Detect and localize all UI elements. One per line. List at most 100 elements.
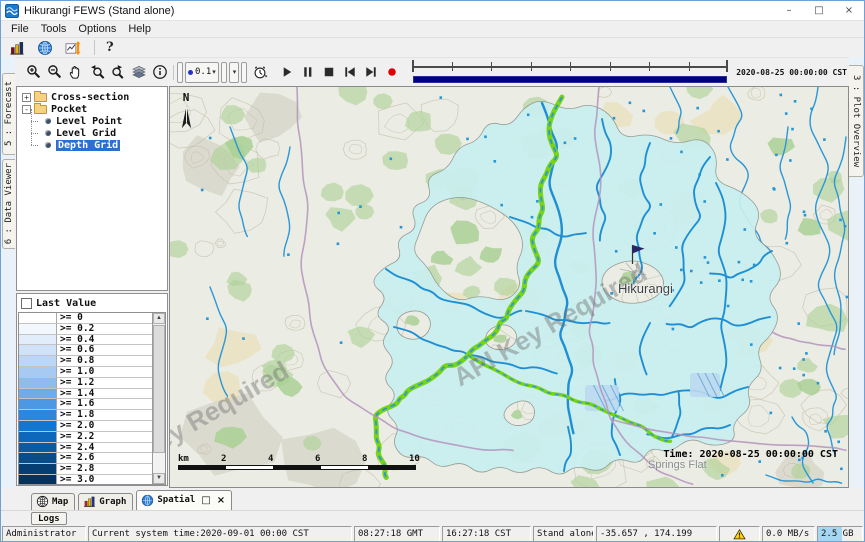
menu-tools[interactable]: Tools (35, 23, 73, 35)
menu-bar: FileToolsOptionsHelp (1, 21, 864, 38)
database-display-button[interactable] (7, 39, 27, 56)
scroll-down-icon[interactable]: ▼ (153, 473, 165, 484)
timeline-slider[interactable] (412, 60, 728, 84)
legend-row: >= 3.0 (19, 475, 152, 485)
tree-item-label: Cross-section (51, 92, 129, 103)
legend-swatch (19, 432, 57, 443)
zoom-out-button[interactable] (44, 62, 65, 83)
tab-close-icon[interactable]: × (217, 495, 225, 506)
pause-button[interactable] (297, 62, 318, 83)
menu-options[interactable]: Options (72, 23, 122, 35)
scale-unit: km (178, 454, 189, 464)
bullet-icon (45, 142, 51, 148)
expander-icon[interactable]: + (22, 93, 31, 102)
grid-display-button[interactable] (177, 62, 183, 83)
stop-button[interactable] (318, 62, 339, 83)
pan-button[interactable] (65, 62, 86, 83)
tab-data-viewer[interactable]: 6 : Data Viewer (2, 159, 15, 249)
legend-class-label: >= 0.2 (57, 324, 152, 335)
tree-item-depth-grid[interactable]: Depth Grid (17, 139, 167, 151)
scale-segment (226, 466, 273, 469)
logs-button[interactable]: Logs (31, 512, 67, 525)
record-button[interactable] (381, 62, 402, 83)
last-value-checkbox[interactable] (21, 298, 32, 309)
legend-swatch (19, 443, 57, 454)
app-window: Hikurangi FEWS (Stand alone) – □ × FileT… (0, 0, 865, 542)
scale-tick-label: 10 (409, 454, 420, 464)
legend-swatch (19, 367, 57, 378)
tree-item-label: Pocket (51, 104, 87, 115)
legend-swatch (19, 335, 57, 346)
legend-swatch (19, 324, 57, 335)
scale-segment (273, 466, 320, 469)
scroll-up-icon[interactable]: ▲ (153, 313, 165, 324)
bullet-icon (45, 118, 51, 124)
tab-forecast[interactable]: 5 : Forecast (2, 73, 15, 155)
status-local-time: 16:27:18 CST (442, 526, 531, 542)
tab-spatial[interactable]: Spatial □ × (136, 490, 232, 510)
scrollbar-thumb[interactable] (153, 325, 165, 453)
left-panel: + Cross-section - PocketLevel PointLevel Gr… (15, 86, 169, 488)
status-memory: 2.5 GB (817, 526, 863, 542)
play-button[interactable] (276, 62, 297, 83)
bullet-icon (45, 130, 51, 136)
step-forward-button[interactable] (360, 62, 381, 83)
scale-segment (179, 466, 226, 469)
toolbar-separator (173, 65, 174, 80)
timer-button[interactable] (249, 62, 270, 83)
menu-help[interactable]: Help (122, 23, 157, 35)
status-gmt-time: 08:27:18 GMT (354, 526, 440, 542)
info-button[interactable] (149, 62, 170, 83)
zoom-previous-button[interactable] (86, 62, 107, 83)
expander-icon[interactable]: - (22, 105, 31, 114)
scale-segment (368, 466, 415, 469)
maximize-button[interactable]: □ (804, 1, 834, 20)
threshold-dropdown[interactable]: 0.1▾ (185, 62, 219, 83)
tree-item-level-point[interactable]: Level Point (17, 115, 167, 127)
folder-icon (34, 105, 47, 114)
dropdown-arrow-icon[interactable]: ▾ (212, 68, 216, 76)
layer-tree: + Cross-section - PocketLevel PointLevel Gr… (16, 86, 168, 291)
legend-class-label: >= 2.2 (57, 432, 152, 443)
app-icon (5, 4, 19, 18)
labels-button[interactable] (221, 62, 227, 83)
tree-item-label: Depth Grid (56, 140, 120, 151)
minimize-button[interactable]: – (774, 1, 804, 20)
status-alerts (719, 526, 760, 542)
tab-plot-overview[interactable]: 3 : Plot Overview (849, 65, 864, 177)
close-button[interactable]: × (834, 1, 864, 20)
legend-swatch (19, 464, 57, 475)
scale-tick-label: 8 (362, 454, 367, 464)
status-coordinates: -35.657 , 174.199 (596, 526, 717, 542)
tab-graph[interactable]: Graph (78, 493, 133, 510)
layers-button[interactable] (128, 62, 149, 83)
animation-button[interactable] (241, 62, 247, 83)
legend-swatch (19, 475, 57, 485)
tree-item-pocket[interactable]: - Pocket (17, 103, 167, 115)
status-system-time: Current system time:2020-09-01 00:00 CST (88, 526, 352, 542)
tree-item-level-grid[interactable]: Level Grid (17, 127, 167, 139)
folder-icon (34, 93, 47, 102)
legend-scrollbar[interactable]: ▲ ▼ (152, 313, 165, 484)
menu-file[interactable]: File (5, 23, 35, 35)
step-backward-button[interactable] (339, 62, 360, 83)
map-view[interactable]: API Key RequiredAPI Key Required N km 24… (169, 86, 849, 488)
dropdown-arrow-icon[interactable]: ▾ (233, 68, 237, 76)
window-title: Hikurangi FEWS (Stand alone) (24, 5, 174, 17)
zoom-in-button[interactable] (23, 62, 44, 83)
status-transfer-rate: 0.0 MB/s (762, 526, 815, 542)
zoom-next-button[interactable] (107, 62, 128, 83)
timeseries-display-button[interactable] (63, 39, 83, 56)
help-button[interactable]: ? (106, 40, 114, 55)
spatial-display-button[interactable] (35, 39, 55, 56)
last-value-label: Last Value (36, 298, 96, 309)
tree-item-cross-section[interactable]: + Cross-section (17, 91, 167, 103)
warning-dropdown[interactable]: ▾ (229, 62, 240, 83)
tab-restore-icon[interactable]: □ (201, 495, 210, 506)
status-mode: Stand alone (533, 526, 594, 542)
tab-map[interactable]: Map (31, 493, 75, 510)
north-arrow: N (178, 91, 194, 137)
globe-wire-icon (36, 495, 49, 508)
bars-icon (9, 40, 25, 56)
main-toolbar: ? (1, 38, 864, 58)
